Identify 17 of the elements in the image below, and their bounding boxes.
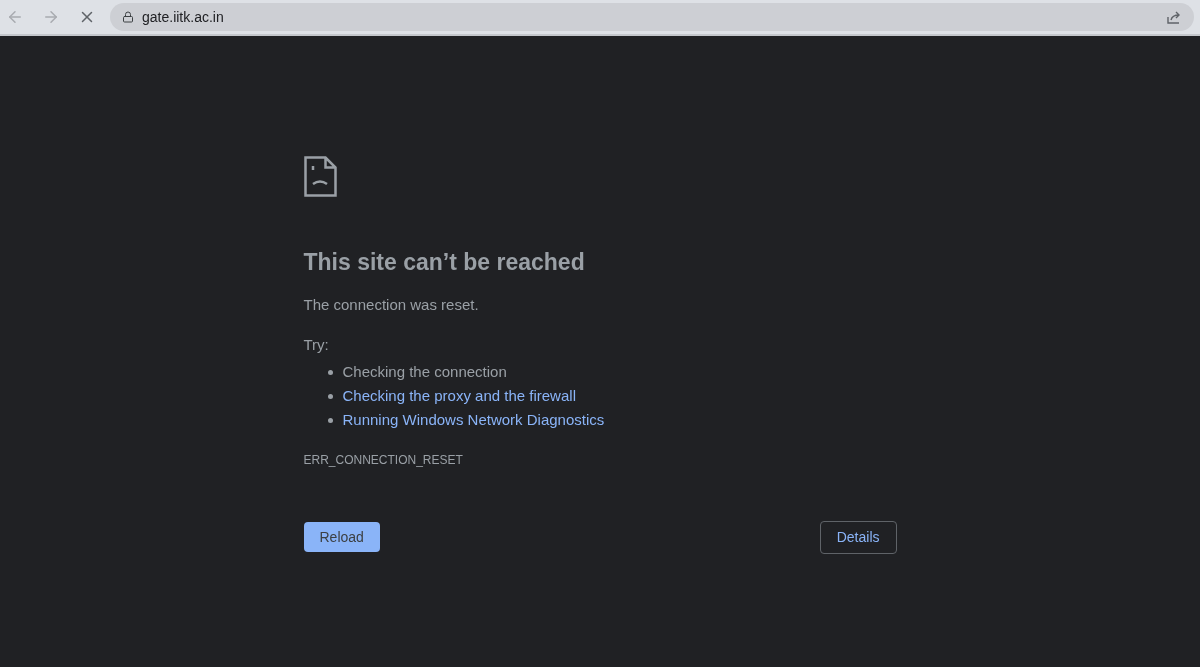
suggestion-link[interactable]: Checking the proxy and the firewall: [342, 385, 576, 408]
lock-icon: [122, 11, 134, 23]
error-title: This site can’t be reached: [303, 248, 586, 277]
bullet-icon: [327, 394, 333, 399]
error-code: ERR_CONNECTION_RESET: [303, 451, 464, 469]
try-label: Try:: [303, 335, 330, 355]
suggestion-text: Checking the connection: [342, 362, 507, 383]
details-button[interactable]: Details: [819, 520, 897, 554]
bullet-icon: [327, 418, 333, 423]
sad-document-icon: [303, 156, 337, 197]
url-text: gate.iitk.ac.in: [142, 7, 224, 27]
suggestion-link[interactable]: Running Windows Network Diagnostics: [342, 409, 605, 432]
reload-button[interactable]: Reload: [303, 522, 380, 552]
share-icon[interactable]: [1166, 9, 1182, 25]
error-message: The connection was reset.: [303, 294, 480, 315]
bullet-icon: [327, 370, 333, 375]
address-bar[interactable]: gate.iitk.ac.in: [110, 3, 1194, 31]
